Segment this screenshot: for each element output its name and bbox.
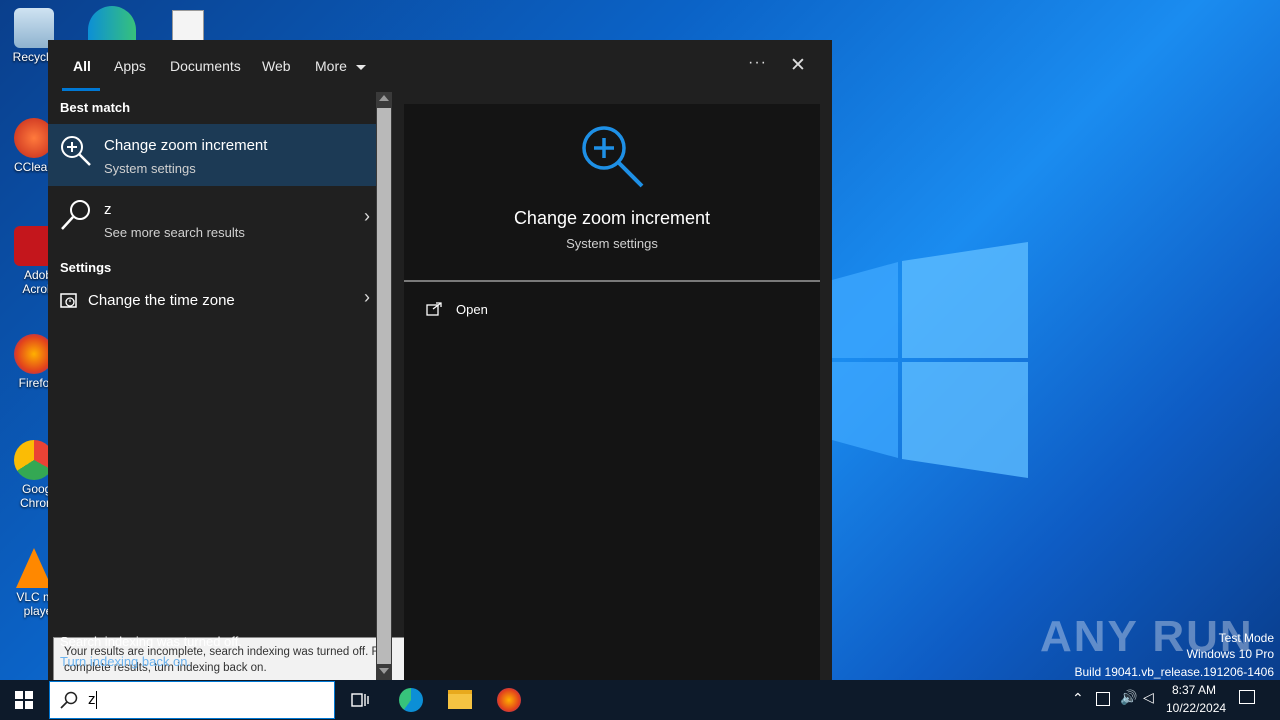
tab-web[interactable]: Web bbox=[262, 58, 291, 74]
preview-divider bbox=[404, 280, 820, 282]
clock-settings-icon bbox=[60, 292, 78, 315]
open-action-label: Open bbox=[456, 302, 488, 317]
chevron-right-icon[interactable]: › bbox=[364, 206, 370, 227]
notification-icon[interactable] bbox=[1239, 690, 1255, 704]
more-options-icon[interactable]: ··· bbox=[748, 54, 767, 72]
scrollbar-thumb[interactable] bbox=[377, 108, 391, 664]
clock-time[interactable]: 8:37 AM bbox=[1172, 683, 1216, 697]
windows-start-icon[interactable] bbox=[15, 691, 33, 714]
indexing-status-text: Search indexing was turned off. bbox=[60, 634, 242, 649]
preview-zoom-in-icon bbox=[580, 124, 646, 195]
results-scrollbar[interactable] bbox=[376, 92, 392, 680]
best-match-heading: Best match bbox=[60, 100, 131, 115]
edge-taskbar-icon[interactable] bbox=[399, 688, 423, 712]
firefox-taskbar-icon[interactable] bbox=[497, 688, 521, 712]
taskbar-search-box[interactable]: z bbox=[49, 681, 335, 719]
preview-pane: Change zoom increment System settings Op… bbox=[404, 104, 820, 680]
tab-apps[interactable]: Apps bbox=[114, 58, 146, 74]
best-match-result[interactable]: Change zoom increment System settings bbox=[48, 124, 376, 186]
web-result-subtitle: See more search results bbox=[104, 225, 245, 240]
network-icon[interactable] bbox=[1096, 692, 1110, 706]
active-tab-indicator bbox=[62, 88, 100, 91]
build-label: Build 19041.vb_release.191206-1406 bbox=[1074, 665, 1275, 679]
preview-subtitle: System settings bbox=[566, 236, 658, 251]
tab-all[interactable]: All bbox=[73, 58, 91, 74]
search-tabs: All Apps Documents Web More ··· ✕ bbox=[48, 40, 832, 92]
search-panel: All Apps Documents Web More ··· ✕ Best m… bbox=[48, 40, 832, 683]
chevron-up-icon[interactable]: ⌃ bbox=[1072, 690, 1084, 707]
best-match-subtitle: System settings bbox=[104, 161, 196, 176]
tab-more-label: More bbox=[315, 58, 347, 74]
speaker-icon[interactable]: ◁ bbox=[1143, 689, 1154, 706]
caret-down-icon bbox=[355, 64, 366, 70]
open-icon bbox=[426, 302, 442, 321]
best-match-title: Change zoom increment bbox=[104, 137, 268, 154]
clock-date[interactable]: 10/22/2024 bbox=[1166, 701, 1226, 715]
zoom-in-icon bbox=[59, 134, 93, 173]
windows-edition-label: Windows 10 Pro bbox=[1186, 647, 1274, 661]
results-list: Best match Change zoom increment System … bbox=[48, 92, 413, 683]
file-desktop-icon[interactable] bbox=[172, 10, 204, 42]
settings-result[interactable]: Change the time zone › bbox=[48, 282, 376, 320]
open-action[interactable]: Open bbox=[426, 300, 806, 324]
tab-documents[interactable]: Documents bbox=[170, 58, 241, 74]
vlc-icon bbox=[16, 548, 52, 588]
settings-result-title: Change the time zone bbox=[88, 292, 235, 309]
file-explorer-icon[interactable] bbox=[448, 690, 472, 709]
search-box-icon bbox=[60, 691, 78, 714]
web-result-query: z bbox=[104, 201, 112, 218]
task-view-icon[interactable] bbox=[351, 691, 369, 714]
turn-indexing-on-link[interactable]: Turn indexing back on. bbox=[60, 654, 191, 669]
text-cursor bbox=[96, 691, 97, 709]
web-search-result[interactable]: z See more search results › bbox=[48, 188, 376, 250]
tab-more[interactable]: More bbox=[315, 58, 366, 74]
preview-title: Change zoom increment bbox=[513, 208, 711, 228]
test-mode-label: Test Mode bbox=[1218, 631, 1274, 645]
search-input[interactable]: z bbox=[88, 691, 96, 708]
settings-heading: Settings bbox=[60, 260, 112, 275]
scroll-down-icon[interactable] bbox=[379, 668, 389, 674]
edge-desktop-icon[interactable] bbox=[88, 6, 136, 40]
chevron-right-icon[interactable]: › bbox=[364, 287, 370, 308]
search-icon bbox=[59, 198, 93, 237]
scroll-up-icon[interactable] bbox=[379, 95, 389, 101]
close-icon[interactable]: ✕ bbox=[790, 54, 806, 77]
volume-icon[interactable]: 🔊 bbox=[1120, 689, 1137, 706]
windows-logo-wallpaper bbox=[832, 240, 1032, 480]
